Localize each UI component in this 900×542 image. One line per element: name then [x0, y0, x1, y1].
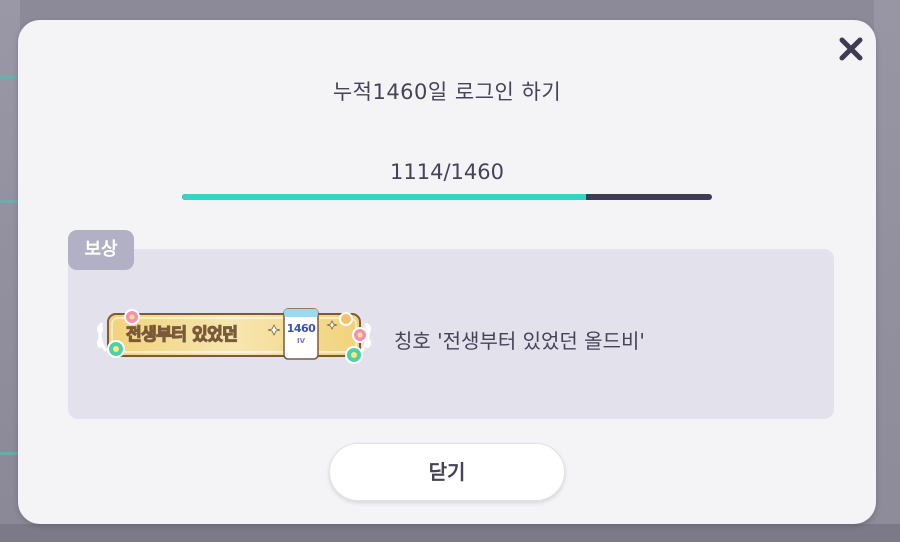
background-bottom-bar: [0, 524, 900, 542]
background-accent-line: [0, 452, 18, 455]
background-right-panel: [874, 0, 900, 542]
reward-tag: 보상: [68, 230, 134, 270]
progress-fill: [182, 194, 587, 200]
title-badge-image: 전생부터 있었던 1460 IV: [96, 303, 372, 369]
progress-bar: [182, 194, 712, 200]
reward-name: 칭호 '전생부터 있었던 올드비': [394, 329, 645, 353]
background-accent-line: [0, 200, 18, 203]
calendar-icon: 1460 IV: [284, 309, 318, 359]
progress-count: 1114/1460: [390, 160, 504, 184]
close-icon[interactable]: [836, 34, 866, 64]
calendar-number: 1460: [286, 322, 316, 335]
calendar-roman: IV: [296, 337, 306, 345]
background-accent-line: [0, 76, 18, 79]
background-left-panel: [0, 0, 20, 542]
login-mission-dialog: 누적1460일 로그인 하기 1114/1460 보상 전생부터 있었던 146…: [18, 20, 876, 524]
badge-title-text: 전생부터 있었던: [125, 324, 238, 345]
mission-title: 누적1460일 로그인 하기: [332, 80, 562, 104]
close-button[interactable]: 닫기: [329, 443, 565, 501]
